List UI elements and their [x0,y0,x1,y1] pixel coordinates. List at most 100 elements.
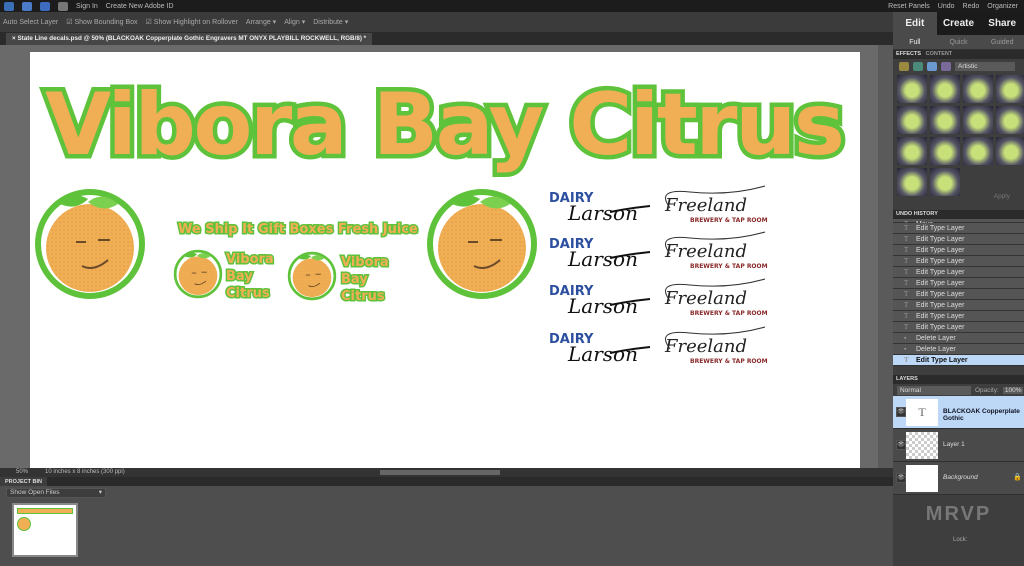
tab-share[interactable]: Share [980,12,1024,35]
type-layer-icon: T [904,246,909,254]
effects-panel-header: EFFECTS CONTENT [893,50,1024,59]
history-item[interactable]: T Edit Type Layer [893,322,1024,333]
history-item[interactable]: ▪ Delete Layer [893,333,1024,344]
layout-icon[interactable] [58,1,68,11]
undo-button[interactable]: Undo [938,3,955,10]
effect-thumbnail[interactable] [930,75,960,103]
visibility-eye-icon[interactable]: 👁 [896,407,906,417]
history-item[interactable]: T Edit Type Layer [893,267,1024,278]
effect-thumbnail[interactable] [930,137,960,165]
photo-effects-icon[interactable] [927,61,937,71]
show-open-files-dropdown[interactable]: Show Open Files ▾ [6,488,106,498]
history-label: Edit Type Layer [916,247,965,254]
effect-thumbnail[interactable] [897,168,927,196]
freeland-script: Freeland [664,241,747,262]
layer-row[interactable]: 👁 Background 🔒 [893,462,1024,495]
opacity-field[interactable]: 100% [1002,386,1024,394]
history-label: Edit Type Layer [916,324,965,331]
type-layer-icon: T [904,268,909,276]
history-item[interactable]: T Edit Type Layer [893,256,1024,267]
effect-thumbnail[interactable] [996,137,1024,165]
history-item[interactable]: T Edit Type Layer [893,311,1024,322]
status-bar: 50% 10 inches x 8 inches (300 ppi) [0,468,893,477]
effects-category-dropdown[interactable]: Artistic [955,61,1015,71]
visibility-eye-icon[interactable]: 👁 [896,473,906,483]
filters-icon[interactable] [899,61,909,71]
tab-guided[interactable]: Guided [980,35,1024,49]
horizontal-scrollbar[interactable] [380,470,500,475]
effect-thumbnail[interactable] [996,106,1024,134]
type-layer-icon: T [904,290,909,298]
layer-styles-icon[interactable] [913,61,923,71]
effect-thumbnail[interactable] [963,106,993,134]
document-canvas[interactable]: Vibora Bay Citrus We Ship It Gift Boxes … [30,52,860,468]
auto-select-checkbox[interactable]: Auto Select Layer [3,19,58,26]
undo-history-header: UNDO HISTORY [893,210,1024,219]
tab-create[interactable]: Create [937,12,981,35]
sign-in-link[interactable]: Sign In [76,3,98,10]
vertical-scrollbar[interactable] [878,45,893,468]
document-title: State Line decals.psd @ 50% (BLACKOAK Co… [17,35,367,42]
freeland-script: Freeland [664,288,747,309]
history-item[interactable]: T Edit Type Layer [893,355,1024,366]
zoom-level[interactable]: 50% [16,468,28,477]
arrange-dropdown[interactable]: Arrange ▾ [246,18,276,26]
open-file-thumbnail[interactable] [12,503,78,557]
dairy-script: Larson [567,247,638,271]
label: Align [284,19,300,26]
effect-thumbnail[interactable] [930,106,960,134]
show-highlight-checkbox[interactable]: ☑ Show Highlight on Rollover [146,18,238,26]
effect-thumbnail[interactable] [897,75,927,103]
freeland-subtitle: BREWERY & TAP ROOM [690,263,768,270]
type-layer-icon: T [904,301,909,309]
effect-thumbnail[interactable] [897,137,927,165]
layer-row[interactable]: 👁 T BLACKOAK Copperplate Gothic [893,396,1024,429]
show-bounding-checkbox[interactable]: ☑ Show Bounding Box [66,18,137,26]
tab-full[interactable]: Full [893,35,937,49]
visibility-eye-icon[interactable]: 👁 [896,440,906,450]
effects-toolbar: Artistic [893,59,1024,73]
help-icon[interactable] [40,1,50,11]
dropdown-label: Show Open Files [10,489,60,496]
type-layer-thumbnail: T [906,399,938,426]
organizer-icon[interactable] [4,1,14,11]
history-item[interactable]: ▪ Delete Layer [893,344,1024,355]
organizer-button[interactable]: Organizer [987,3,1018,10]
layer-name: Background [943,474,978,481]
tab-content[interactable]: CONTENT [926,51,953,57]
history-item[interactable]: T Edit Type Layer [893,278,1024,289]
freeland-script: Freeland [664,336,747,357]
effect-thumbnail[interactable] [996,75,1024,103]
application-bar: Sign In Create New Adobe ID Reset Panels… [0,0,1024,12]
align-dropdown[interactable]: Align ▾ [284,18,305,26]
logo-row: DAIRY Larson Freeland BREWERY & TAP ROOM [549,231,768,271]
history-item[interactable]: T Edit Type Layer [893,289,1024,300]
tab-effects[interactable]: EFFECTS [896,51,921,57]
tab-quick[interactable]: Quick [937,35,981,49]
orange-mascot-large [430,192,534,296]
type-layer-icon: T [904,356,909,364]
effect-thumbnail[interactable] [963,75,993,103]
canvas-area[interactable]: Vibora Bay Citrus We Ship It Gift Boxes … [0,45,893,468]
label: Show Bounding Box [74,19,138,26]
save-icon[interactable] [22,1,32,11]
distribute-dropdown[interactable]: Distribute ▾ [313,18,348,26]
type-layer-icon: T [904,323,909,331]
blend-mode-dropdown[interactable]: Normal [897,385,971,395]
history-item[interactable]: T Edit Type Layer [893,234,1024,245]
tab-edit[interactable]: Edit [893,12,937,35]
history-item[interactable]: T Edit Type Layer [893,245,1024,256]
delete-layer-icon: ▪ [904,345,907,353]
history-item[interactable]: T Edit Type Layer [893,300,1024,311]
create-id-link[interactable]: Create New Adobe ID [106,3,174,10]
all-effects-icon[interactable] [941,61,951,71]
reset-panels-button[interactable]: Reset Panels [888,3,930,10]
document-tab[interactable]: × State Line decals.psd @ 50% (BLACKOAK … [6,33,373,45]
history-label: Edit Type Layer [916,302,965,309]
redo-button[interactable]: Redo [963,3,980,10]
history-item[interactable]: T Edit Type Layer [893,223,1024,234]
effect-thumbnail[interactable] [930,168,960,196]
layer-row[interactable]: 👁 Layer 1 [893,429,1024,462]
effect-thumbnail[interactable] [963,137,993,165]
effect-thumbnail[interactable] [897,106,927,134]
